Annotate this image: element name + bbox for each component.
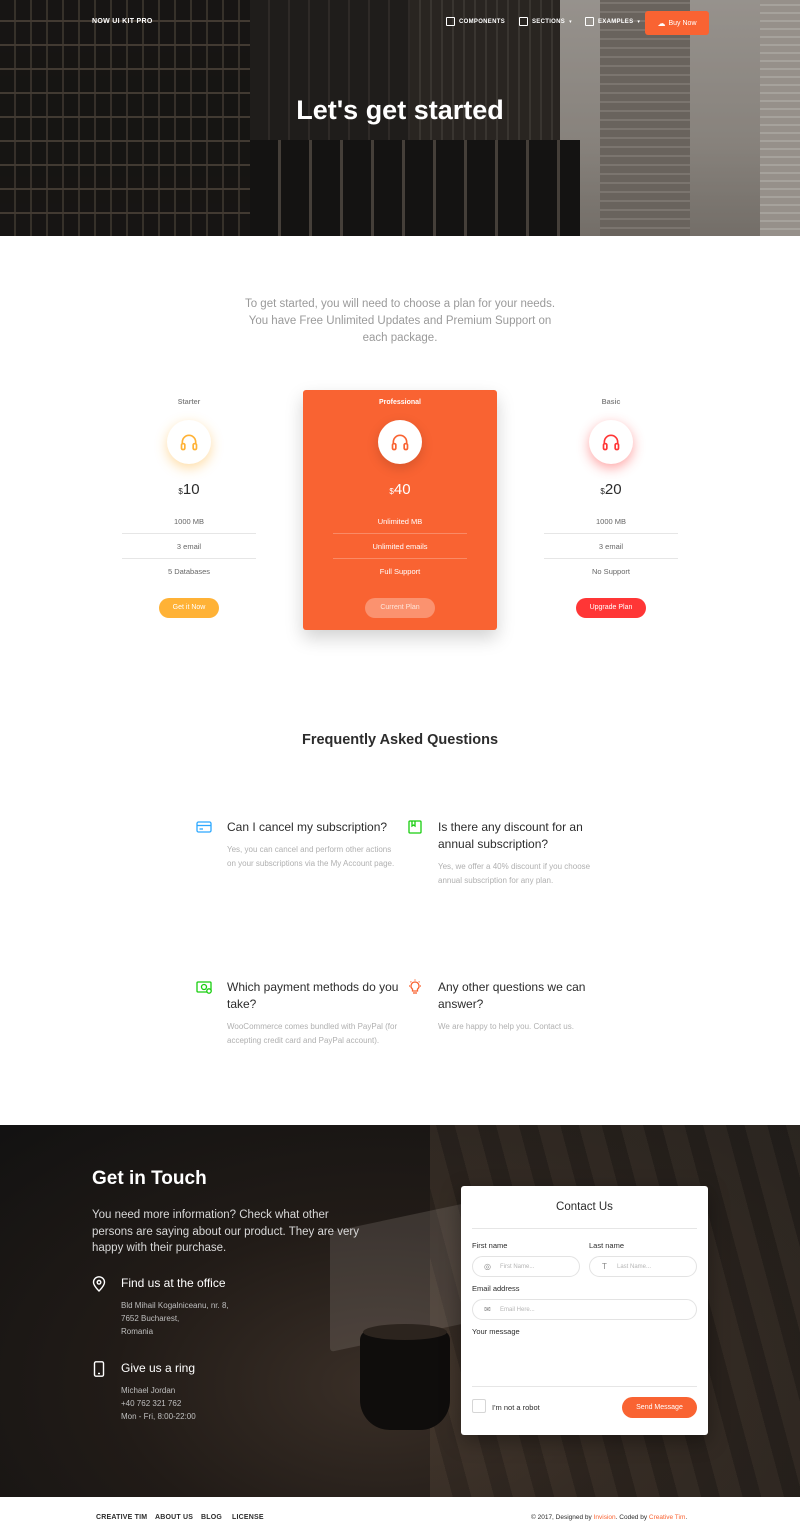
headphones-icon [167,420,211,464]
feature-list: Unlimited MB Unlimited emails Full Suppo… [333,509,467,584]
caret-down-icon: ▾ [637,18,641,25]
credit-card-icon [196,821,212,833]
email-icon: ✉ [484,1305,491,1314]
pricing-card-starter: Starter $10 1000 MB 3 email 5 Databases … [122,399,256,618]
faq-answer: Yes, we offer a 40% discount if you choo… [438,862,591,885]
copyright: © 2017, Designed by Invision. Coded by C… [531,1514,688,1521]
message-textarea[interactable] [472,1340,697,1384]
feature-item: 1000 MB [122,509,256,534]
mobile-phone-icon [93,1361,105,1377]
faq-item: Can I cancel my subscription? Yes, you c… [196,819,402,870]
upgrade-plan-button[interactable]: Upgrade Plan [575,598,647,618]
contact-description: You need more information? Check what ot… [92,1209,359,1254]
feature-item: Unlimited MB [333,509,467,534]
captcha-label: I'm not a robot [492,1403,540,1412]
pricing-card-professional: Professional $40 Unlimited MB Unlimited … [303,390,497,630]
nav-examples[interactable]: EXAMPLES ▾ [585,17,640,26]
feature-item: Unlimited emails [333,534,467,559]
map-pin-icon [92,1276,106,1292]
first-name-input[interactable]: ◎ First Name... [472,1256,580,1277]
footer-link-creative-tim[interactable]: CREATIVE TIM [96,1514,147,1521]
nav-sections[interactable]: SECTIONS ▾ [519,17,572,26]
caret-down-icon: ▾ [569,18,572,25]
feature-item: 3 email [544,534,678,559]
image-icon [585,17,594,26]
feature-list: 1000 MB 3 email 5 Databases [122,509,256,584]
last-name-label: Last name [589,1241,625,1250]
phone-details: Michael Jordan +40 762 321 762 Mon - Fri… [121,1386,196,1421]
form-title: Contact Us [556,1201,613,1213]
faq-answer: We are happy to help you. Contact us. [438,1022,574,1031]
pricing-intro: To get started, you will need to choose … [244,298,556,344]
footer-link-about-us[interactable]: ABOUT US [155,1514,193,1521]
faq-answer: Yes, you can cancel and perform other ac… [227,845,395,868]
faq-item: Which payment methods do you take? WooCo… [196,979,402,1047]
footer-link-blog[interactable]: BLOG [201,1514,222,1521]
creative-tim-link[interactable]: Creative Tim [649,1514,685,1521]
feature-item: No Support [592,567,630,576]
invision-link[interactable]: Invision [594,1514,616,1521]
faq-item: Is there any discount for an annual subs… [408,819,613,887]
plan-name: Basic [601,399,621,406]
faq-question: Any other questions we can answer? [438,980,586,1011]
phone-title: Give us a ring [121,1361,196,1375]
first-name-label: First name [472,1241,508,1250]
plan-price: $20 [600,481,622,498]
user-icon: ◎ [484,1262,491,1271]
plan-name: Starter [177,399,201,406]
download-cloud-icon: ☁ [657,18,666,28]
headphones-icon [378,420,422,464]
feature-item: 3 email [122,534,256,559]
nav-components[interactable]: COMPONENTS [446,17,505,26]
brand-link[interactable]: NOW UI KIT PRO [92,18,153,25]
captcha-checkbox[interactable] [472,1399,486,1413]
faq-question: Which payment methods do you take? [227,980,399,1011]
feature-item: 1000 MB [544,509,678,534]
contact-form: Contact Us First name ◎ First Name... La… [461,1186,708,1435]
feature-item: 5 Databases [167,567,211,576]
faq-question: Is there any discount for an annual subs… [438,820,583,851]
phone-info: Give us a ring Michael Jordan +40 762 32… [92,1361,372,1423]
pricing-card-basic: Basic $20 1000 MB 3 email No Support Upg… [544,399,678,618]
message-label: Your message [472,1327,520,1336]
feature-list: 1000 MB 3 email No Support [544,509,678,584]
footer-link-license[interactable]: LICENSE [232,1514,264,1521]
navbar: NOW UI KIT PRO COMPONENTS SECTIONS ▾ EXA… [0,0,800,46]
plan-price: $10 [178,481,200,498]
money-icon [196,981,212,994]
page-title: Let's get started [296,95,504,125]
office-address: Bld Mihail Kogalniceanu, nr. 8, 7652 Buc… [121,1301,229,1336]
document-icon [519,17,528,26]
faq-item: Any other questions we can answer? We ar… [409,979,613,1034]
contact-title: Get in Touch [92,1168,207,1189]
office-info: Find us at the office Bld Mihail Kogalni… [92,1276,372,1338]
hero-section: NOW UI KIT PRO COMPONENTS SECTIONS ▾ EXA… [0,0,800,236]
plan-price: $40 [389,481,411,498]
feature-item: Full Support [379,567,421,576]
text-caps-icon: T [602,1262,607,1271]
bulb-icon [409,979,421,994]
faq-title: Frequently Asked Questions [301,732,499,748]
gift-box-icon [408,820,422,834]
email-label: Email address [472,1284,520,1293]
buy-now-button[interactable]: ☁ Buy Now [645,11,709,35]
plan-name: Professional [378,399,421,406]
email-input[interactable]: ✉ Email Here... [472,1299,697,1320]
last-name-input[interactable]: T Last Name... [589,1256,697,1277]
get-it-now-button[interactable]: Get it Now [158,598,220,618]
headphones-icon [589,420,633,464]
current-plan-button[interactable]: Current Plan [365,598,435,618]
send-message-button[interactable]: Send Message [622,1397,697,1418]
cube-icon [446,17,455,26]
faq-answer: WooCommerce comes bundled with PayPal (f… [227,1022,398,1045]
faq-question: Can I cancel my subscription? [227,820,388,834]
footer: CREATIVE TIM ABOUT US BLOG LICENSE © 201… [0,1497,800,1540]
office-title: Find us at the office [121,1276,226,1290]
